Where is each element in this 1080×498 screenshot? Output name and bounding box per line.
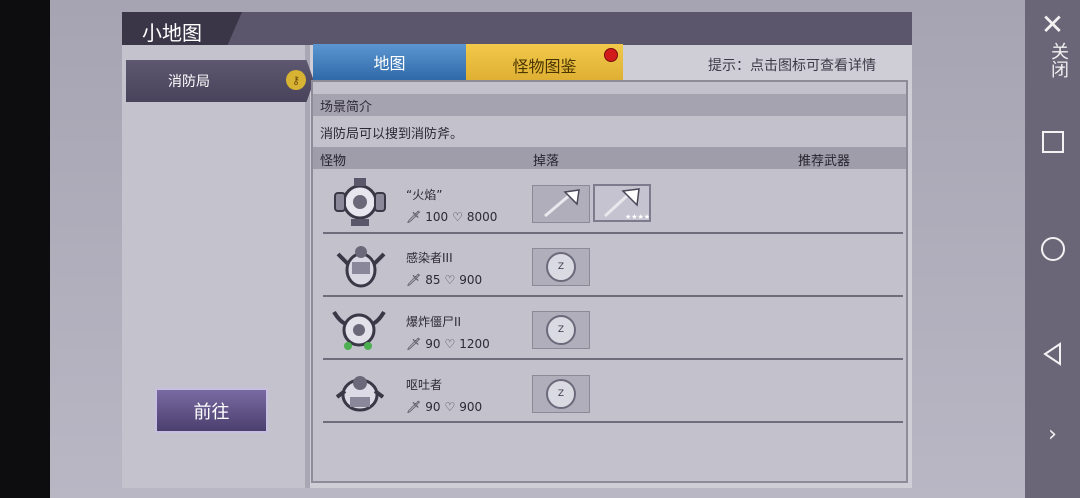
bomber-monster-icon[interactable] <box>328 302 390 356</box>
heart-icon: ♡ <box>444 337 456 351</box>
svg-text:★★★★: ★★★★ <box>625 213 649 221</box>
hp-value: 900 <box>459 400 483 414</box>
scene-header <box>313 94 906 116</box>
infected-monster-icon[interactable] <box>330 240 392 294</box>
heart-icon: ♡ <box>452 210 463 224</box>
attack-icon: 🗡 <box>406 273 422 287</box>
hp-value: 900 <box>459 273 483 287</box>
monster-stats: 🗡 90 ♡ 900 <box>406 400 482 414</box>
title-bar <box>122 12 912 45</box>
square-icon[interactable] <box>1025 122 1080 162</box>
triangle-shape <box>1042 342 1061 366</box>
go-button[interactable]: 前往 <box>155 388 268 433</box>
attack-icon: 🗡 <box>406 337 422 351</box>
coin-icon: Z <box>546 252 576 282</box>
scene-description: 消防局可以搜到消防斧。 <box>320 127 464 142</box>
row-divider <box>323 232 903 234</box>
heart-icon: ♡ <box>444 400 456 414</box>
fire-monster-icon[interactable] <box>329 175 391 229</box>
drop-item[interactable] <box>532 185 590 223</box>
attack-icon: 🗡 <box>406 210 422 224</box>
close-label[interactable]: 关闭 <box>1036 42 1069 78</box>
vomiter-monster-icon[interactable] <box>329 367 391 421</box>
divider <box>305 45 310 488</box>
monster-name: 爆炸僵尸II <box>406 315 462 329</box>
close-icon[interactable]: ✕ <box>1025 4 1080 44</box>
hint-text: 提示：点击图标可查看详情 <box>708 58 876 74</box>
column-monster: 怪物 <box>320 154 347 169</box>
home-icon[interactable] <box>1025 229 1080 269</box>
column-weapon: 推荐武器 <box>798 154 851 169</box>
row-divider <box>323 421 903 423</box>
drop-item[interactable]: Z <box>532 311 590 349</box>
panel-title: 小地图 <box>142 21 202 45</box>
coin-icon: Z <box>546 315 576 345</box>
attack-value: 90 <box>425 400 441 414</box>
notification-dot <box>604 48 618 62</box>
drop-item-selected[interactable]: ★★★★ <box>593 184 651 222</box>
row-divider <box>323 358 903 360</box>
attack-value: 90 <box>425 337 441 351</box>
chevron-right-icon[interactable]: › <box>1025 414 1080 454</box>
attack-icon: 🗡 <box>406 400 422 414</box>
coin-icon: Z <box>546 379 576 409</box>
key-icon: ⚷ <box>286 70 306 90</box>
hp-value: 8000 <box>466 210 498 224</box>
monster-name: 呕吐者 <box>406 378 443 392</box>
attack-value: 100 <box>425 210 449 224</box>
location-label: 消防局 <box>168 74 210 90</box>
monster-stats: 🗡 85 ♡ 900 <box>406 273 482 287</box>
heart-icon: ♡ <box>444 273 456 287</box>
monster-name: “火焰” <box>406 188 443 202</box>
axe-icon: ★★★★ <box>603 188 650 221</box>
attack-value: 85 <box>425 273 441 287</box>
tab-map[interactable]: 地图 <box>313 44 466 80</box>
drop-item[interactable]: Z <box>532 375 590 413</box>
drop-item[interactable]: Z <box>532 248 590 286</box>
monster-stats: 🗡 90 ♡ 1200 <box>406 337 490 351</box>
axe-icon <box>544 189 580 218</box>
hp-value: 1200 <box>459 337 490 351</box>
back-icon[interactable] <box>1025 334 1080 374</box>
screen-edge <box>0 0 50 498</box>
scene-title: 场景简介 <box>320 100 373 115</box>
column-drop: 掉落 <box>533 154 560 169</box>
circle-shape <box>1040 237 1065 261</box>
monster-name: 感染者III <box>406 251 453 265</box>
monster-stats: 🗡 100 ♡ 8000 <box>406 210 497 224</box>
row-divider <box>323 295 903 297</box>
square-shape <box>1041 131 1064 153</box>
